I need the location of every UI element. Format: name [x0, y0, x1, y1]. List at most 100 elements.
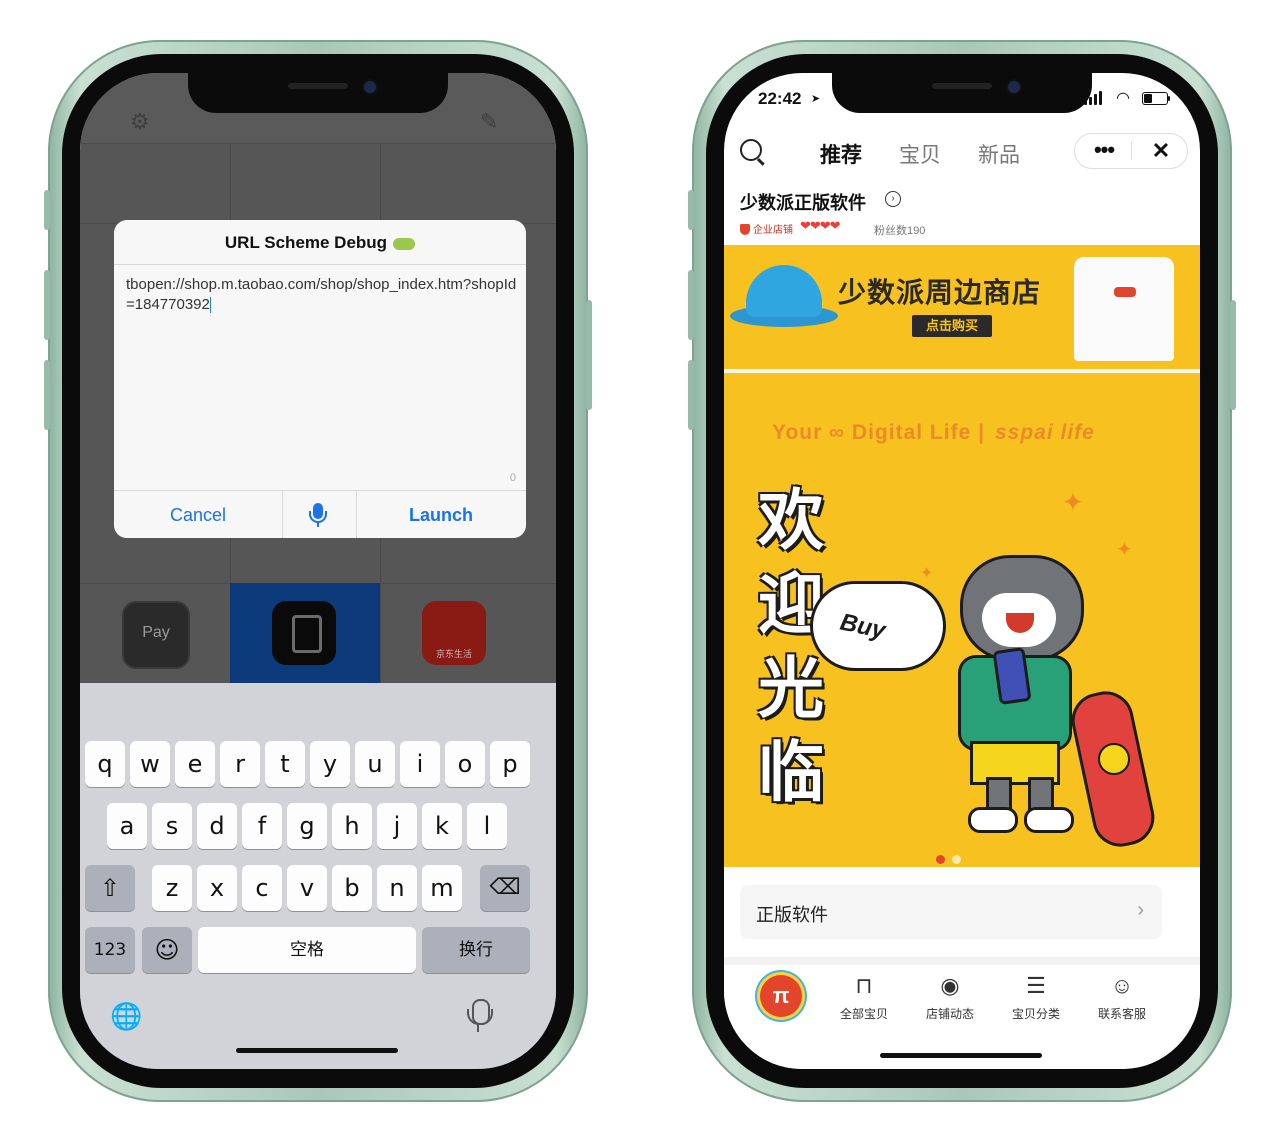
url-text: tbopen://shop.m.taobao.com/shop/shop_ind… [126, 276, 517, 313]
space-key[interactable]: 空格 [198, 927, 416, 973]
key-s[interactable]: s [152, 803, 192, 849]
key-i[interactable]: i [400, 741, 440, 787]
globe-icon[interactable]: 🌐 [110, 1001, 142, 1032]
launch-button[interactable]: Launch [356, 491, 526, 538]
microphone-icon-foot [317, 522, 319, 527]
home-indicator[interactable] [880, 1053, 1042, 1058]
welcome-banner[interactable]: Your ∞ Digital Life | sspai life 欢 迎 光 临 … [724, 373, 1200, 867]
tab-new[interactable]: 新品 [978, 139, 1020, 169]
carousel-dot[interactable] [952, 855, 961, 864]
otter-shoe [968, 807, 1018, 833]
applepay-icon: Pay [122, 601, 190, 669]
key-z[interactable]: z [152, 865, 192, 911]
numbers-key[interactable]: 123 [85, 927, 135, 973]
key-m[interactable]: m [422, 865, 462, 911]
tab-items[interactable]: 宝贝 [899, 139, 941, 169]
left-phone: ⚙ ✎ Pay 京东生活 URL Scheme Debug tbopen://s… [44, 40, 592, 1102]
clipboard-icon [272, 601, 336, 665]
key-g[interactable]: g [287, 803, 327, 849]
key-j[interactable]: j [377, 803, 417, 849]
section-label: 正版软件 [756, 905, 828, 925]
tab-categories[interactable]: ☰ 宝贝分类 [996, 969, 1076, 1039]
key-r[interactable]: r [220, 741, 260, 787]
url-text-area[interactable]: tbopen://shop.m.taobao.com/shop/shop_ind… [126, 275, 518, 315]
power-button [586, 300, 592, 410]
dialog-actions: Cancel Launch [114, 490, 526, 538]
status-time: 22:42 [758, 89, 802, 108]
app-cell-jd[interactable]: 京东生活 [380, 583, 530, 683]
key-a[interactable]: a [107, 803, 147, 849]
mute-switch [688, 190, 694, 230]
carousel-dot-active[interactable] [936, 855, 945, 864]
chevron-right-icon[interactable]: › [885, 191, 901, 207]
bucket-hat-image-top [746, 265, 822, 317]
key-l[interactable]: l [467, 803, 507, 849]
app-cell-clipboard[interactable] [230, 583, 380, 683]
enterprise-badge: 企业店铺 [740, 221, 793, 236]
genuine-software-row[interactable]: 正版软件 › [740, 885, 1162, 939]
wifi-icon: ◠ [1116, 90, 1130, 107]
home-indicator[interactable] [236, 1048, 398, 1053]
capsule-divider [1131, 142, 1132, 160]
tab-label: 店铺动态 [925, 1007, 974, 1021]
section-divider [724, 957, 1200, 965]
pencil-icon: ✎ [480, 109, 499, 134]
key-f[interactable]: f [242, 803, 282, 849]
gear-icon: ⚙ [130, 109, 150, 134]
dictation-button[interactable] [282, 491, 357, 538]
tshirt-image [1074, 257, 1174, 361]
key-d[interactable]: d [197, 803, 237, 849]
key-p[interactable]: p [490, 741, 530, 787]
volume-down-button [44, 360, 50, 430]
chevron-right-icon: › [1137, 899, 1144, 921]
shift-key[interactable]: ⇧ [85, 865, 135, 911]
volume-down-button [688, 360, 694, 430]
key-b[interactable]: b [332, 865, 372, 911]
broadcast-icon: ◉ [940, 973, 960, 998]
close-icon[interactable]: ✕ [1141, 134, 1181, 168]
key-h[interactable]: h [332, 803, 372, 849]
shop-tabbar: π ⊓ 全部宝贝 ◉ 店铺动态 ☰ 宝贝分类 ☺ 联系客服 [724, 965, 1200, 1069]
return-key[interactable]: 换行 [422, 927, 530, 973]
merch-banner[interactable]: 少数派周边商店 点击购买 [724, 245, 1200, 369]
tab-customer-service[interactable]: ☺ 联系客服 [1082, 969, 1162, 1039]
jd-app-label: 京东生活 [435, 649, 472, 659]
app-cell-applepay[interactable]: Pay [80, 583, 230, 683]
key-v[interactable]: v [287, 865, 327, 911]
sparkle-icon: ✦ [1116, 539, 1133, 561]
cancel-button[interactable]: Cancel [114, 491, 283, 538]
key-n[interactable]: n [377, 865, 417, 911]
key-y[interactable]: y [310, 741, 350, 787]
more-icon[interactable]: ••• [1087, 134, 1121, 166]
key-t[interactable]: t [265, 741, 305, 787]
key-c[interactable]: c [242, 865, 282, 911]
key-k[interactable]: k [422, 803, 462, 849]
signal-icon-bar [1089, 97, 1092, 105]
front-camera [1008, 81, 1020, 93]
top-nav: 推荐 宝贝 新品 ••• ✕ [724, 125, 1200, 185]
sspai-logo-icon[interactable]: π [760, 975, 802, 1017]
tab-all-items[interactable]: ⊓ 全部宝贝 [824, 969, 904, 1039]
shop-name[interactable]: 少数派正版软件 [740, 189, 866, 215]
location-arrow-icon: ➤ [811, 93, 821, 105]
key-x[interactable]: x [197, 865, 237, 911]
heart-rating: ❤❤❤❤ [800, 218, 841, 233]
speaker [932, 83, 992, 89]
key-w[interactable]: w [130, 741, 170, 787]
signal-icon-bar [1094, 94, 1097, 105]
keyboard: q w e r t y u i o p a s d f g h j k l ⇧ … [80, 683, 556, 1069]
key-o[interactable]: o [445, 741, 485, 787]
tab-shop-updates[interactable]: ◉ 店铺动态 [910, 969, 990, 1039]
banner-title: 少数派周边商店 [838, 277, 1042, 308]
tab-recommended[interactable]: 推荐 [820, 139, 862, 169]
buy-now-button[interactable]: 点击购买 [912, 315, 992, 337]
key-q[interactable]: q [85, 741, 125, 787]
battery-tip [1168, 96, 1170, 101]
key-e[interactable]: e [175, 741, 215, 787]
welcome-char-4: 临 [758, 735, 824, 809]
search-icon[interactable] [740, 139, 762, 161]
key-u[interactable]: u [355, 741, 395, 787]
fans-count: 粉丝数190 [874, 225, 926, 237]
delete-key[interactable]: ⌫ [480, 865, 530, 911]
emoji-key[interactable]: ☺ [142, 927, 192, 973]
